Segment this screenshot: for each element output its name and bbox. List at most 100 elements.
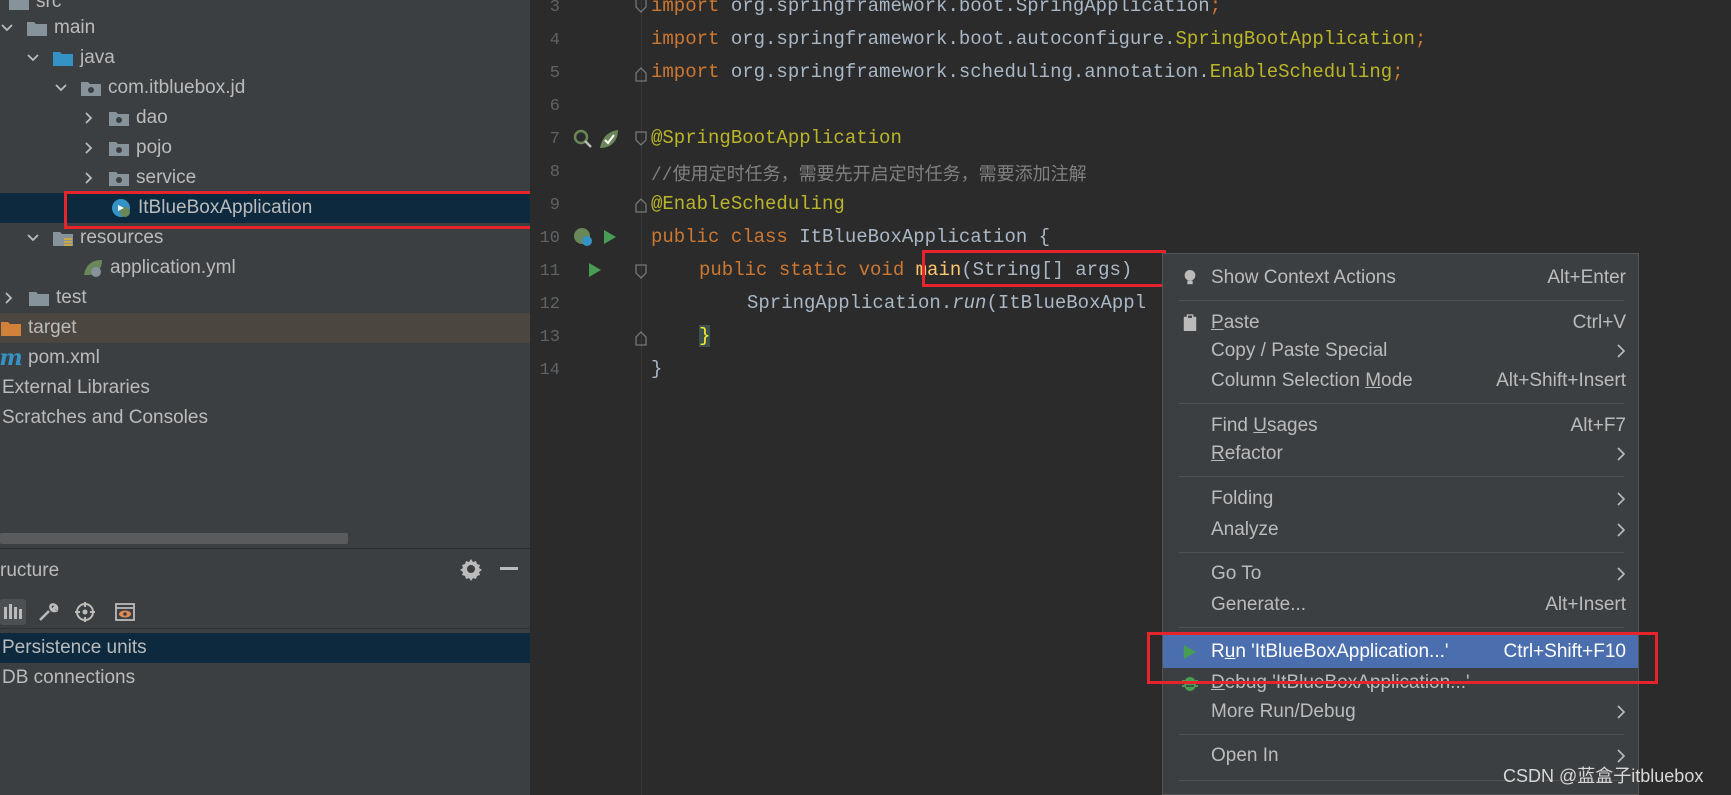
- menu-item-label: sages: [1266, 415, 1318, 436]
- tree-item-test[interactable]: test: [0, 283, 530, 313]
- line-number: 4: [549, 31, 560, 50]
- menu-item-generate[interactable]: Generate... Alt+Insert: [1163, 590, 1638, 620]
- tree-item-label: dao: [136, 107, 168, 128]
- structure-item-db-connections[interactable]: DB connections: [0, 663, 530, 693]
- line-number: 7: [549, 130, 560, 149]
- tree-item-java[interactable]: java: [0, 43, 530, 73]
- bean-search-icon[interactable]: [572, 128, 594, 150]
- code-line-9[interactable]: @EnableScheduling: [651, 193, 845, 215]
- tree-item-scratches[interactable]: Scratches and Consoles: [0, 403, 530, 433]
- wrench-icon[interactable]: [35, 599, 61, 625]
- code-line-8[interactable]: //使用定时任务，需要先开启定时任务，需要添加注解: [651, 160, 1087, 186]
- code-token: public static void: [699, 259, 905, 281]
- menu-separator: [1179, 403, 1624, 404]
- code-line-14[interactable]: }: [651, 358, 662, 380]
- spring-config-icon: [82, 258, 104, 278]
- package-icon: [108, 108, 130, 128]
- excluded-folder-icon: [0, 318, 22, 338]
- gear-icon[interactable]: [459, 557, 483, 581]
- code-line-10[interactable]: public class ItBlueBoxApplication {: [651, 226, 1050, 248]
- line-number: 3: [549, 0, 560, 17]
- tree-item-label: target: [28, 317, 77, 338]
- chevron-down-icon[interactable]: [54, 73, 68, 103]
- tree-item-service[interactable]: service: [0, 163, 530, 193]
- tree-item-label: test: [56, 287, 87, 308]
- fold-marker-icon[interactable]: [634, 131, 648, 147]
- horizontal-scrollbar[interactable]: [0, 533, 348, 544]
- project-panel: src main java com.itbluebox.jd dao pojo …: [0, 0, 530, 548]
- code-line-4[interactable]: import org.springframework.boot.autoconf…: [651, 28, 1426, 50]
- line-number: 14: [539, 361, 560, 380]
- chevron-right-icon[interactable]: [82, 103, 96, 133]
- mnemonic: M: [1365, 370, 1382, 391]
- chevron-down-icon[interactable]: [26, 43, 40, 73]
- menu-item-show-context-actions[interactable]: Show Context Actions Alt+Enter: [1163, 263, 1638, 293]
- code-line-3[interactable]: import org.springframework.boot.SpringAp…: [651, 0, 1221, 17]
- submenu-arrow-icon: [1617, 567, 1626, 581]
- menu-item-shortcut: Alt+Insert: [1545, 594, 1626, 615]
- chevron-right-icon[interactable]: [82, 163, 96, 193]
- tree-item-external-libraries[interactable]: External Libraries: [0, 373, 530, 403]
- menu-item-shortcut: Alt+Enter: [1547, 267, 1626, 288]
- tree-item-target[interactable]: target: [0, 313, 530, 343]
- code-token: org.springframework.boot.SpringApplicati…: [719, 0, 1210, 17]
- spring-bean-icon[interactable]: [598, 128, 620, 150]
- spring-boot-run-icon[interactable]: [572, 226, 594, 248]
- chevron-down-icon[interactable]: [0, 13, 14, 43]
- menu-item-find-usages[interactable]: Find Usages Alt+F7: [1163, 411, 1638, 441]
- tree-item-label: pom.xml: [28, 347, 100, 368]
- code-line-5[interactable]: import org.springframework.scheduling.an…: [651, 61, 1404, 83]
- menu-item-paste[interactable]: Paste Ctrl+V: [1163, 308, 1638, 338]
- submenu-arrow-icon: [1617, 344, 1626, 358]
- menu-item-copy-paste-special[interactable]: Copy / Paste Special: [1163, 336, 1638, 366]
- code-line-12[interactable]: SpringApplication.run(ItBlueBoxAppl: [747, 292, 1146, 314]
- code-line-7[interactable]: @SpringBootApplication: [651, 127, 902, 149]
- menu-item-column-selection-mode[interactable]: Column Selection Mode Alt+Shift+Insert: [1163, 366, 1638, 396]
- menu-item-shortcut: Alt+Shift+Insert: [1496, 370, 1626, 391]
- source-folder-icon: [52, 48, 74, 68]
- code-token: ;: [1414, 28, 1427, 50]
- folder-icon: [8, 0, 30, 12]
- tree-item-package[interactable]: com.itbluebox.jd: [0, 73, 530, 103]
- view-options-icon[interactable]: [112, 599, 138, 625]
- chevron-right-icon[interactable]: [2, 283, 16, 313]
- run-main-icon[interactable]: [583, 259, 605, 281]
- fold-marker-icon[interactable]: [634, 66, 648, 82]
- minimize-icon[interactable]: [500, 567, 518, 570]
- line-number: 6: [549, 97, 560, 116]
- highlight-box-application-class: [64, 191, 534, 229]
- menu-item-folding[interactable]: Folding: [1163, 484, 1638, 514]
- fold-marker-icon[interactable]: [634, 197, 648, 213]
- units-view-icon[interactable]: [0, 599, 26, 625]
- menu-item-analyze[interactable]: Analyze: [1163, 515, 1638, 545]
- chevron-right-icon[interactable]: [82, 133, 96, 163]
- tree-item-dao[interactable]: dao: [0, 103, 530, 133]
- tree-item-pom[interactable]: m pom.xml: [0, 343, 530, 373]
- menu-item-label: Folding: [1211, 488, 1274, 509]
- crosshair-icon[interactable]: [72, 599, 98, 625]
- code-token: org.springframework.scheduling.annotatio…: [719, 61, 1210, 83]
- chevron-down-icon[interactable]: [26, 223, 40, 253]
- menu-separator: [1179, 552, 1624, 553]
- fold-marker-icon[interactable]: [634, 264, 648, 280]
- menu-item-refactor[interactable]: Refactor: [1163, 439, 1638, 469]
- code-token: SpringApplication.: [747, 292, 953, 314]
- code-token: }: [699, 325, 711, 347]
- fold-marker-icon[interactable]: [634, 330, 648, 346]
- code-token: SpringBootApplication: [1175, 28, 1415, 50]
- run-icon[interactable]: [598, 226, 620, 248]
- mnemonic: R: [1211, 443, 1225, 464]
- menu-item-more-run-debug[interactable]: More Run/Debug: [1163, 697, 1638, 727]
- fold-marker-icon[interactable]: [634, 0, 648, 14]
- structure-item-persistence-units[interactable]: Persistence units: [0, 633, 530, 663]
- resources-folder-icon: [52, 228, 74, 248]
- line-number: 5: [549, 64, 560, 83]
- package-icon: [108, 138, 130, 158]
- tree-item-main[interactable]: main: [0, 13, 530, 43]
- tree-item-pojo[interactable]: pojo: [0, 133, 530, 163]
- line-number: 9: [549, 196, 560, 215]
- line-number: 11: [539, 262, 560, 281]
- tree-item-application-yml[interactable]: application.yml: [0, 253, 530, 283]
- code-line-13[interactable]: }: [699, 325, 711, 347]
- menu-item-go-to[interactable]: Go To: [1163, 559, 1638, 589]
